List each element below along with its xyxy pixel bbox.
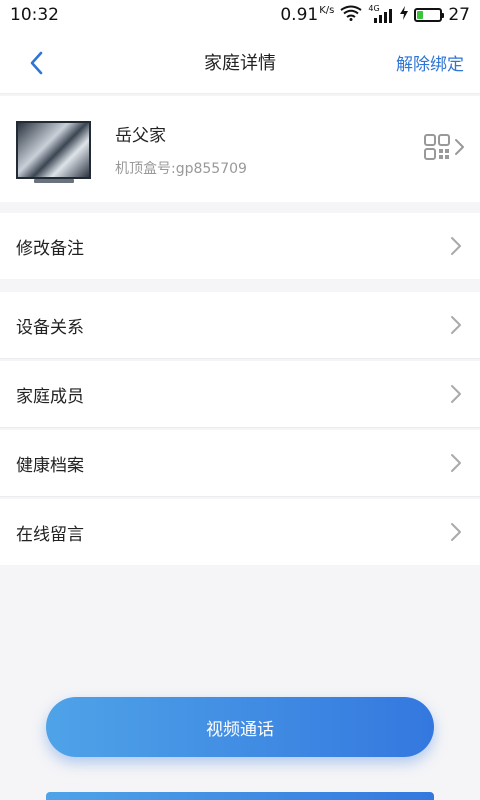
- chevron-right-icon: [451, 316, 461, 334]
- device-card[interactable]: 岳父家 机顶盒号:gp855709: [0, 96, 480, 202]
- signal-icon: 4G: [368, 4, 394, 24]
- unbind-button[interactable]: 解除绑定: [396, 50, 464, 75]
- wifi-icon: [340, 5, 362, 26]
- divider: [0, 358, 480, 359]
- tv-screen: [16, 121, 91, 179]
- video-call-button[interactable]: 视频通话: [46, 697, 434, 757]
- menu-item-members[interactable]: 家庭成员: [0, 361, 480, 427]
- divider: [0, 427, 480, 428]
- device-info: 岳父家 机顶盒号:gp855709: [115, 121, 247, 178]
- menu-item-label: 设备关系: [16, 317, 84, 338]
- menu-item-messages[interactable]: 在线留言: [0, 499, 480, 565]
- chevron-right-icon: [451, 385, 461, 403]
- tv-stand: [34, 179, 74, 183]
- status-right: 0.91K/s 4G 27: [280, 4, 470, 26]
- divider: [0, 496, 480, 497]
- chevron-right-icon: [451, 237, 461, 255]
- page-title: 家庭详情: [204, 52, 276, 74]
- battery-icon: [414, 8, 445, 22]
- menu-item-remark[interactable]: 修改备注: [0, 213, 480, 279]
- page: 10:32 0.91K/s 4G 27 家庭详情 解除绑定 岳父家 机顶盒号:g…: [0, 0, 480, 800]
- battery-level: 27: [448, 5, 470, 25]
- menu-item-health[interactable]: 健康档案: [0, 430, 480, 496]
- bottom-button-edge: [46, 792, 434, 800]
- chevron-left-icon: [30, 51, 43, 75]
- chevron-right-icon: [455, 139, 464, 155]
- chevron-right-icon: [451, 523, 461, 541]
- net-speed: 0.91K/s: [280, 5, 334, 25]
- video-call-label: 视频通话: [206, 719, 274, 740]
- qrcode-icon: [424, 134, 450, 160]
- nav-header: 家庭详情 解除绑定: [0, 30, 480, 94]
- device-qr-link[interactable]: [424, 134, 466, 160]
- status-time: 10:32: [10, 5, 59, 25]
- net-speed-value: 0.91: [280, 5, 319, 25]
- back-button[interactable]: [22, 48, 52, 78]
- charging-icon: [400, 5, 409, 25]
- status-bar: 10:32 0.91K/s 4G 27: [0, 0, 480, 30]
- net-speed-unit: K/s: [319, 5, 335, 17]
- menu-item-label: 健康档案: [16, 455, 84, 476]
- device-name: 岳父家: [115, 125, 166, 146]
- chevron-right-icon: [451, 454, 461, 472]
- menu-item-label: 修改备注: [16, 238, 84, 259]
- stb-number: 机顶盒号:gp855709: [115, 160, 247, 177]
- menu-item-label: 家庭成员: [16, 386, 84, 407]
- menu-item-label: 在线留言: [16, 524, 84, 545]
- tv-thumbnail: [16, 109, 91, 189]
- menu-item-relations[interactable]: 设备关系: [0, 292, 480, 358]
